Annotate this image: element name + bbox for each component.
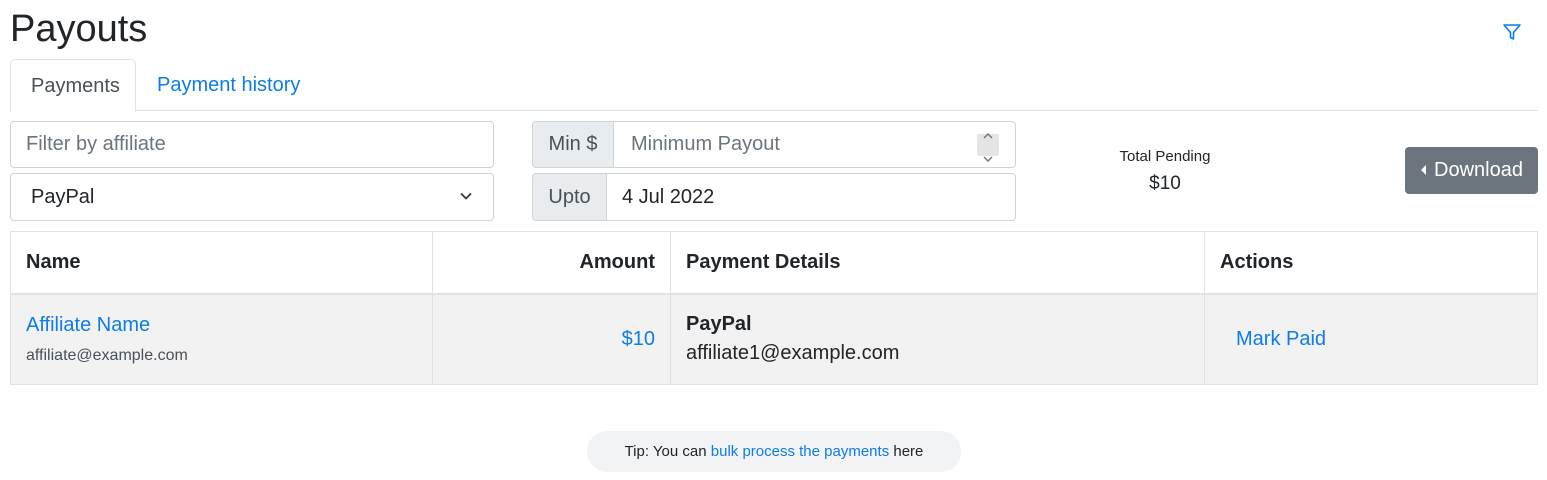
- bulk-process-link[interactable]: bulk process the payments: [711, 443, 889, 460]
- amount-link[interactable]: $10: [622, 328, 655, 350]
- table-header-row: Name Amount Payment Details Actions: [10, 231, 1538, 295]
- funnel-icon: [1502, 22, 1522, 47]
- header-amount: Amount: [432, 231, 671, 295]
- payment-method-select[interactable]: PayPal: [10, 173, 494, 221]
- spinner-up-icon: [983, 122, 993, 145]
- tip-banner: Tip: You can bulk process the payments h…: [587, 431, 961, 472]
- affiliate-filter-input[interactable]: [10, 121, 494, 168]
- min-payout-input[interactable]: [629, 132, 1000, 157]
- download-label: Download: [1434, 159, 1523, 181]
- chevron-down-icon: [459, 186, 473, 209]
- cell-payment-details: PayPal affiliate1@example.com: [670, 293, 1205, 385]
- header-name: Name: [10, 231, 433, 295]
- affiliate-name-link[interactable]: Affiliate Name: [26, 314, 417, 337]
- caret-left-icon: [1420, 159, 1428, 182]
- upto-date-group: Upto 4 Jul 2022: [532, 173, 1016, 221]
- download-button[interactable]: Download: [1405, 147, 1538, 194]
- tab-payment-history[interactable]: Payment history: [137, 59, 320, 111]
- filter-toggle-button[interactable]: [1498, 20, 1526, 48]
- page-title: Payouts: [10, 8, 148, 50]
- header-actions: Actions: [1204, 231, 1538, 295]
- total-pending: Total Pending $10: [1100, 148, 1230, 195]
- affiliate-email: affiliate@example.com: [26, 346, 188, 364]
- spinner-down-icon: [983, 145, 993, 167]
- payment-email: affiliate1@example.com: [686, 342, 900, 365]
- payment-method-value: PayPal: [31, 185, 95, 208]
- tip-prefix: Tip: You can: [624, 443, 711, 460]
- mark-paid-button[interactable]: Mark Paid: [1220, 328, 1326, 351]
- min-payout-group: Min $: [532, 121, 1016, 168]
- cell-actions: Mark Paid: [1204, 293, 1538, 385]
- upto-addon-label: Upto: [533, 174, 607, 220]
- header-payment-details: Payment Details: [670, 231, 1205, 295]
- tab-bar: Payments Payment history: [10, 59, 1538, 112]
- number-spinner[interactable]: [977, 133, 999, 162]
- payouts-table: Name Amount Payment Details Actions Affi…: [10, 231, 1538, 385]
- tip-suffix: here: [889, 443, 924, 460]
- payment-method: PayPal: [686, 313, 752, 336]
- upto-date-input[interactable]: 4 Jul 2022: [607, 174, 1015, 220]
- cell-amount: $10: [432, 293, 671, 385]
- min-addon-label: Min $: [533, 122, 614, 167]
- table-row: Affiliate Name affiliate@example.com $10…: [10, 293, 1538, 385]
- total-pending-label: Total Pending: [1119, 148, 1211, 165]
- total-pending-value: $10: [1149, 173, 1181, 194]
- tab-payments[interactable]: Payments: [10, 59, 136, 112]
- cell-name: Affiliate Name affiliate@example.com: [10, 293, 433, 385]
